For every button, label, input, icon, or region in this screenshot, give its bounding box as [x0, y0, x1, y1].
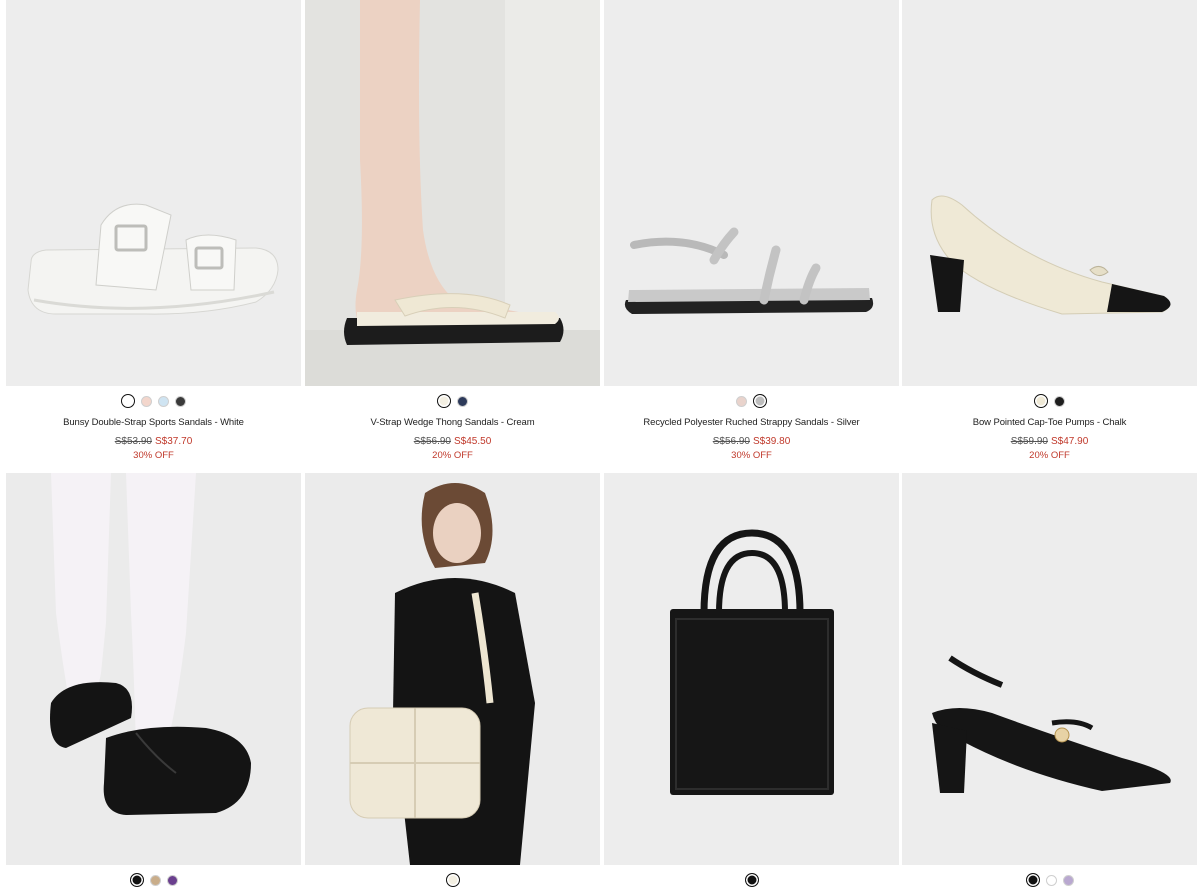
price-row: S$59.90 S$47.90: [902, 435, 1197, 449]
original-price: S$53.90: [114, 436, 152, 447]
cream-puffer-bag-image: [305, 473, 600, 865]
product-image[interactable]: [305, 473, 600, 865]
discount-badge: 30% OFF: [731, 450, 772, 461]
color-swatch[interactable]: [121, 394, 135, 408]
color-swatch[interactable]: [445, 873, 460, 887]
white-platform-sandal-image: [6, 0, 301, 386]
color-swatch[interactable]: [141, 395, 152, 407]
product-card[interactable]: Bow Pointed Cap-Toe Pumps - Chalk S$59.9…: [902, 0, 1197, 462]
product-card[interactable]: V-Strap Wedge Thong Sandals - Cream S$56…: [305, 0, 600, 462]
discount-badge: 30% OFF: [133, 450, 174, 461]
product-name[interactable]: Bunsy Double-Strap Sports Sandals - Whit…: [6, 416, 301, 434]
product-grid: Bunsy Double-Strap Sports Sandals - Whit…: [0, 0, 1200, 891]
color-swatch[interactable]: [129, 873, 144, 887]
original-price: S$59.90: [1010, 436, 1048, 447]
black-chunky-sandal-image: [6, 473, 301, 865]
color-swatches: [902, 386, 1197, 416]
color-swatch[interactable]: [1025, 873, 1040, 887]
product-card[interactable]: [604, 473, 899, 895]
price-row: S$56.90 S$39.80: [604, 435, 899, 449]
color-swatches: [305, 386, 600, 416]
color-swatches: [604, 386, 899, 416]
color-swatch[interactable]: [437, 394, 451, 408]
original-price: S$56.90: [712, 436, 750, 447]
price-row: S$56.90 S$45.50: [305, 435, 600, 449]
black-slingback-pump-image: [902, 473, 1197, 865]
color-swatch[interactable]: [1034, 394, 1048, 408]
product-image[interactable]: [902, 0, 1197, 386]
color-swatch[interactable]: [753, 394, 767, 408]
product-name[interactable]: V-Strap Wedge Thong Sandals - Cream: [305, 416, 600, 434]
product-card[interactable]: [305, 473, 600, 895]
sale-price: S$37.70: [155, 436, 193, 447]
color-swatch[interactable]: [158, 395, 169, 407]
product-name[interactable]: Bow Pointed Cap-Toe Pumps - Chalk: [902, 416, 1197, 434]
color-swatch[interactable]: [149, 874, 161, 886]
cream-thong-sandal-image: [305, 0, 600, 386]
product-card[interactable]: [902, 473, 1197, 895]
product-image[interactable]: [604, 0, 899, 386]
product-image[interactable]: [6, 473, 301, 865]
color-swatch[interactable]: [1045, 874, 1057, 886]
color-swatch[interactable]: [175, 395, 186, 407]
price-row: S$53.90 S$37.70: [6, 435, 301, 449]
color-swatch[interactable]: [1054, 395, 1065, 407]
product-image[interactable]: [604, 473, 899, 865]
discount-badge: 20% OFF: [1029, 450, 1070, 461]
product-image[interactable]: [6, 0, 301, 386]
product-image[interactable]: [305, 0, 600, 386]
sale-price: S$45.50: [454, 436, 492, 447]
chalk-cap-toe-pump-image: [902, 0, 1197, 386]
color-swatches: [6, 386, 301, 416]
product-name[interactable]: Recycled Polyester Ruched Strappy Sandal…: [604, 416, 899, 434]
color-swatch[interactable]: [1062, 874, 1074, 886]
color-swatch[interactable]: [166, 874, 178, 886]
product-card[interactable]: Bunsy Double-Strap Sports Sandals - Whit…: [6, 0, 301, 462]
sale-price: S$39.80: [753, 436, 791, 447]
product-card[interactable]: [6, 473, 301, 895]
silver-strappy-sandal-image: [604, 0, 899, 386]
black-tote-bag-image: [604, 473, 899, 865]
sale-price: S$47.90: [1051, 436, 1089, 447]
product-card[interactable]: Recycled Polyester Ruched Strappy Sandal…: [604, 0, 899, 462]
color-swatch[interactable]: [744, 873, 759, 887]
color-swatch[interactable]: [736, 395, 747, 407]
color-swatch[interactable]: [457, 395, 468, 407]
original-price: S$56.90: [413, 436, 451, 447]
product-image[interactable]: [902, 473, 1197, 865]
discount-badge: 20% OFF: [432, 450, 473, 461]
